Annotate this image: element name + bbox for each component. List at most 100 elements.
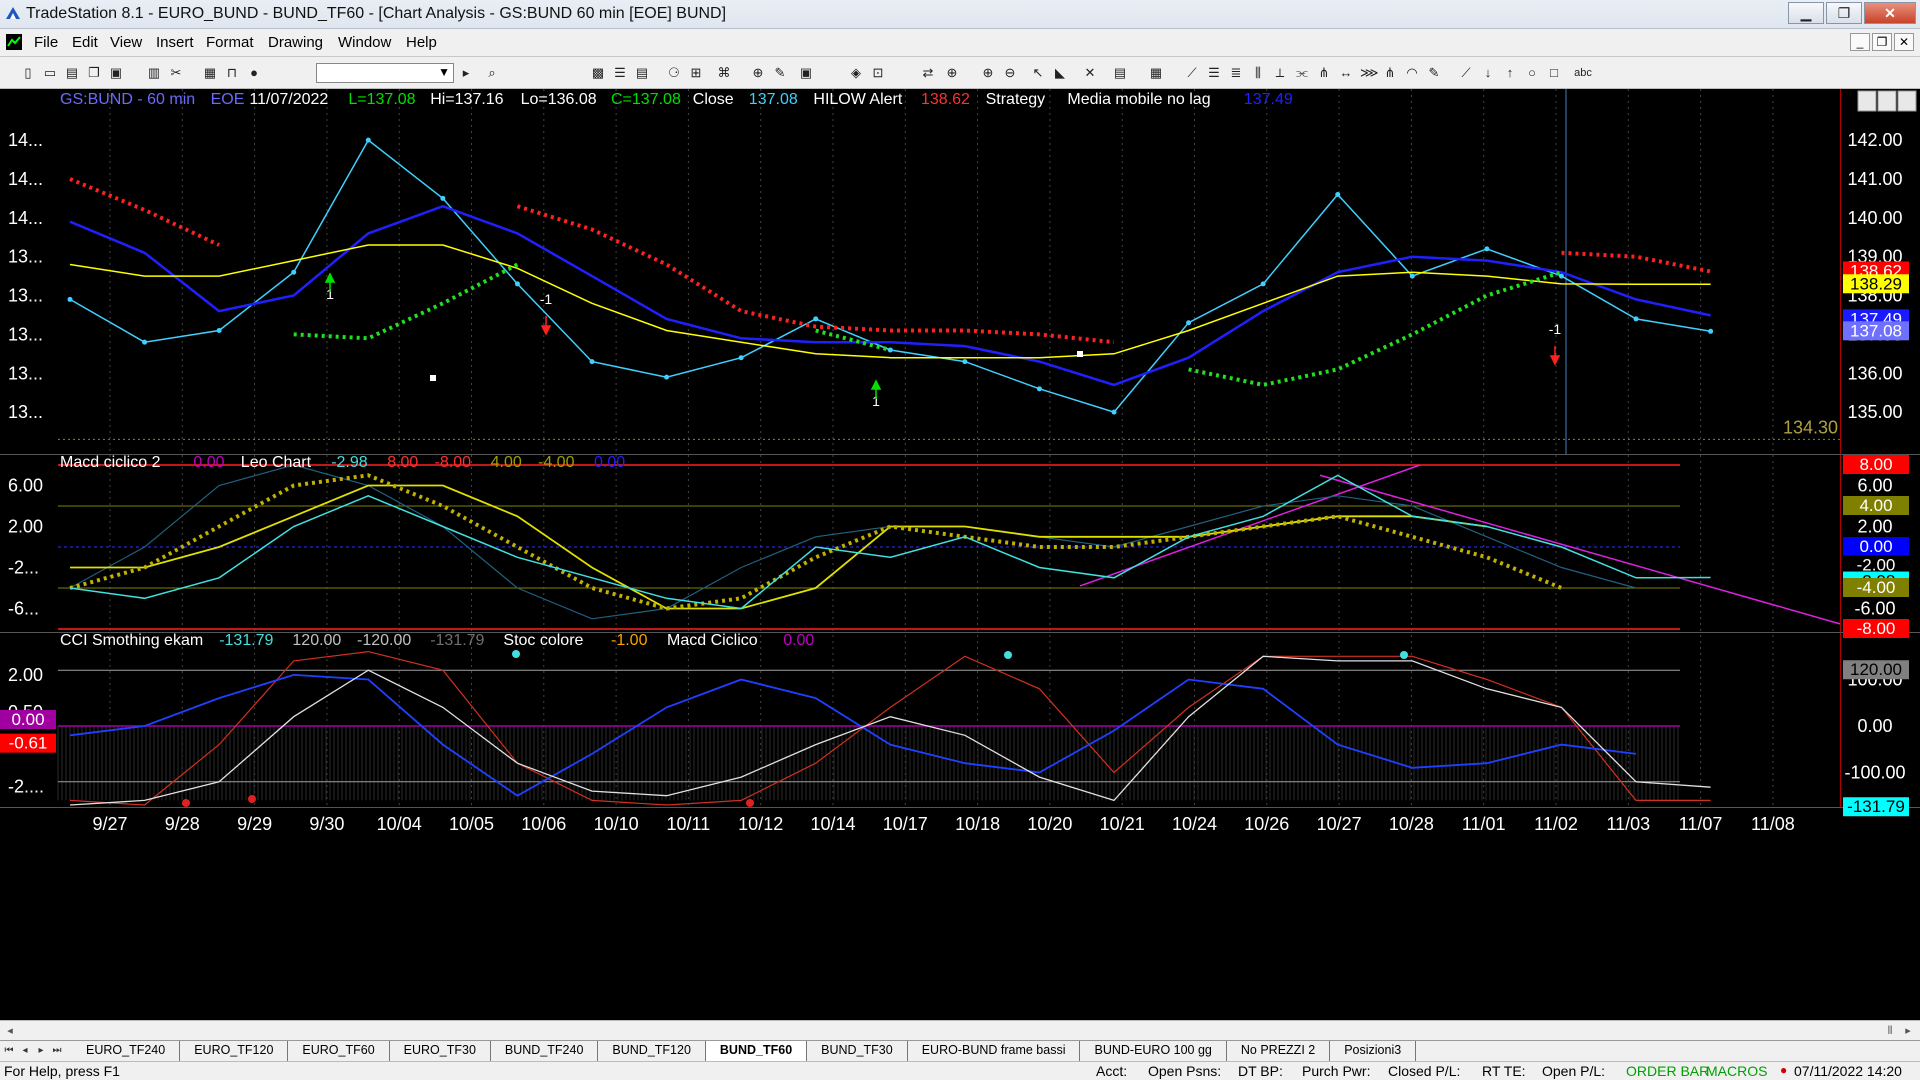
- print-icon[interactable]: ▥: [146, 65, 162, 81]
- cut-icon[interactable]: ✂: [168, 65, 184, 81]
- tab-item[interactable]: BUND_TF60: [705, 1041, 808, 1061]
- horizontal-scrollbar[interactable]: ◂ ⦀ ▸: [0, 1020, 1920, 1040]
- save-icon[interactable]: ▤: [64, 65, 80, 81]
- candle-icon[interactable]: ⌘: [716, 65, 732, 81]
- rt-te-label: RT TE:: [1482, 1063, 1526, 1079]
- mdi-close-button[interactable]: ✕: [1894, 33, 1914, 51]
- fib-icon[interactable]: ⫼: [1250, 65, 1266, 81]
- strategy-icon[interactable]: ▣: [798, 65, 814, 81]
- zoom-in-icon[interactable]: ⊕: [944, 65, 960, 81]
- tab-item[interactable]: Posizioni3: [1330, 1041, 1417, 1061]
- chart-icon[interactable]: ⊡: [870, 65, 886, 81]
- channel-icon[interactable]: ≣: [1228, 65, 1244, 81]
- chevron-right-icon[interactable]: ▸: [458, 65, 474, 81]
- mdi-close-icon[interactable]: [1897, 90, 1917, 112]
- menu-format[interactable]: Format: [206, 34, 254, 51]
- chart-analysis-window[interactable]: 9/27 9/28 9/29 9/30 10/04 10/05 10/06 10/10 10/1…: [0, 89, 1920, 1020]
- scroll-bars-icon[interactable]: ⦀: [1882, 1023, 1898, 1039]
- cci-signal-dot: [182, 799, 190, 807]
- lock-icon[interactable]: ⊓: [224, 65, 240, 81]
- list-icon[interactable]: ☰: [612, 65, 628, 81]
- tab-item[interactable]: No PREZZI 2: [1226, 1041, 1331, 1061]
- minimize-button[interactable]: ▁: [1788, 2, 1824, 24]
- signal-label: -1: [1549, 321, 1562, 337]
- pitchfork-icon[interactable]: ⋔: [1382, 65, 1398, 81]
- symbol-combobox[interactable]: ▼: [316, 63, 454, 83]
- grid-icon[interactable]: ▦: [202, 65, 218, 81]
- menu-drawing[interactable]: Drawing: [268, 34, 323, 51]
- menu-edit[interactable]: Edit: [72, 34, 98, 51]
- tab-item[interactable]: BUND_TF30: [807, 1041, 908, 1061]
- bar-icon[interactable]: ⊞: [688, 65, 704, 81]
- tab-item[interactable]: EURO_TF60: [288, 1041, 390, 1061]
- tab-item[interactable]: BUND_TF240: [490, 1041, 599, 1061]
- paste-icon[interactable]: ▣: [108, 65, 124, 81]
- scroll-right-icon[interactable]: ▸: [1900, 1023, 1916, 1039]
- chart-type-icon[interactable]: ⚆: [666, 65, 682, 81]
- maximize-button[interactable]: ❐: [1826, 2, 1862, 24]
- tab-first-icon[interactable]: ⏮: [2, 1044, 16, 1058]
- tab-last-icon[interactable]: ⏭: [50, 1044, 64, 1058]
- horizontal-line-icon[interactable]: ☰: [1206, 65, 1222, 81]
- trendline-icon[interactable]: ⟋: [1184, 65, 1200, 81]
- scroll-left-icon[interactable]: ◂: [2, 1023, 18, 1039]
- scale-icon[interactable]: ⇄: [920, 65, 936, 81]
- chart-canvas[interactable]: 9/27 9/28 9/29 9/30 10/04 10/05 10/06 10/10 10/1…: [0, 89, 1920, 1020]
- mdi-restore-icon[interactable]: [1877, 90, 1897, 112]
- tools-icon[interactable]: ✕: [1082, 65, 1098, 81]
- order-bar-button[interactable]: ORDER BAR: [1626, 1063, 1709, 1079]
- zoom-in-icon[interactable]: ⊕: [980, 65, 996, 81]
- analysis-icon[interactable]: ◈: [848, 65, 864, 81]
- menu-insert[interactable]: Insert: [156, 34, 194, 51]
- tab-prev-icon[interactable]: ◂: [18, 1044, 32, 1058]
- arc-icon[interactable]: ◠: [1404, 65, 1420, 81]
- zoom-out-icon[interactable]: ⊖: [1002, 65, 1018, 81]
- mdi-restore-button[interactable]: ❐: [1872, 33, 1892, 51]
- tab-item[interactable]: EURO_TF30: [389, 1041, 491, 1061]
- arrow-up-icon[interactable]: ↑: [1502, 65, 1518, 81]
- arrow-line-icon[interactable]: ↔: [1338, 65, 1354, 81]
- table-icon[interactable]: ▤: [634, 65, 650, 81]
- gann-icon[interactable]: ⟂: [1272, 65, 1288, 81]
- tab-next-icon[interactable]: ▸: [34, 1044, 48, 1058]
- new-icon[interactable]: ▯: [20, 65, 36, 81]
- arrow-down-icon[interactable]: ↓: [1480, 65, 1496, 81]
- drawing-icon[interactable]: ◣: [1052, 65, 1068, 81]
- andrews-icon[interactable]: ⋔: [1316, 65, 1332, 81]
- tab-item[interactable]: EURO-BUND frame bassi: [907, 1041, 1081, 1061]
- open-icon[interactable]: ▭: [42, 65, 58, 81]
- line-icon[interactable]: ⟋: [1458, 65, 1474, 81]
- mdi-minimize-button[interactable]: _: [1850, 33, 1870, 51]
- tab-item[interactable]: EURO_TF240: [72, 1041, 181, 1061]
- rectangle-icon[interactable]: □: [1546, 65, 1562, 81]
- cursor-icon[interactable]: ↖: [1030, 65, 1046, 81]
- menu-window[interactable]: Window: [338, 34, 391, 51]
- price-axis-tick-left: 13...: [8, 247, 43, 267]
- color-icon[interactable]: ●: [246, 65, 262, 81]
- tab-item[interactable]: BUND-EURO 100 gg: [1080, 1041, 1227, 1061]
- mdi-min-icon[interactable]: [1857, 90, 1877, 112]
- close-button[interactable]: ✕: [1864, 2, 1916, 24]
- speed-line-icon[interactable]: ⫘: [1294, 65, 1310, 81]
- menu-file[interactable]: File: [34, 34, 58, 51]
- copy-icon[interactable]: ❐: [86, 65, 102, 81]
- price-badge-label: 137.08: [1850, 321, 1902, 340]
- menu-help[interactable]: Help: [406, 34, 437, 51]
- indicator-icon[interactable]: ⊕: [750, 65, 766, 81]
- format-icon[interactable]: ▩: [590, 65, 606, 81]
- tab-item[interactable]: BUND_TF120: [598, 1041, 706, 1061]
- abc-text-icon[interactable]: abc: [1570, 65, 1596, 81]
- layout-icon[interactable]: ▤: [1112, 65, 1128, 81]
- macros-button[interactable]: MACROS: [1706, 1063, 1767, 1079]
- close-price-point: [365, 137, 371, 143]
- expand-icon[interactable]: ▦: [1148, 65, 1164, 81]
- chart-window-icon[interactable]: [6, 34, 22, 50]
- studies-icon[interactable]: ✎: [772, 65, 788, 81]
- close-price-point: [738, 355, 744, 361]
- ellipse-icon[interactable]: ○: [1524, 65, 1540, 81]
- pencil-icon[interactable]: ✎: [1426, 65, 1442, 81]
- tab-item[interactable]: EURO_TF120: [180, 1041, 289, 1061]
- menu-view[interactable]: View: [110, 34, 142, 51]
- regression-icon[interactable]: ⋙: [1360, 65, 1379, 81]
- find-icon[interactable]: ⌕: [484, 65, 500, 81]
